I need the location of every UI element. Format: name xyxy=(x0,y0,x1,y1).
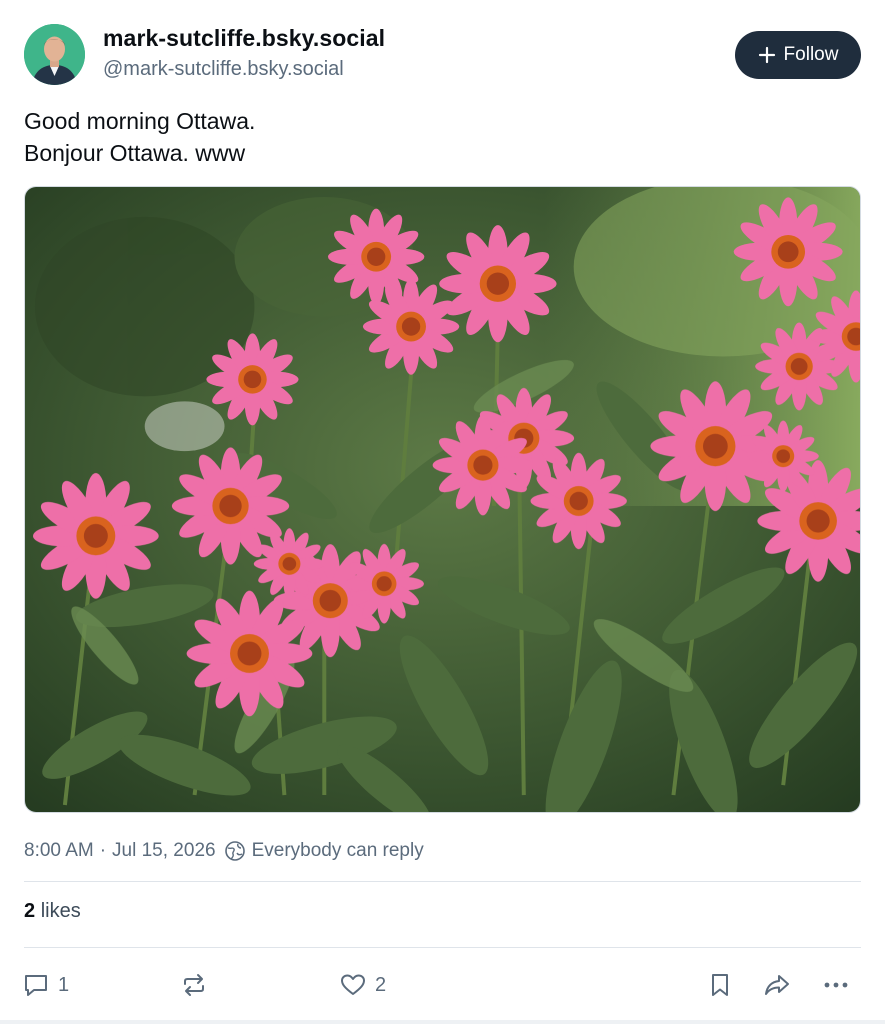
plus-icon xyxy=(758,46,775,64)
post-meta: 8:00 AM · Jul 15, 2026 Everybody can rep… xyxy=(24,838,424,864)
flowers-photo xyxy=(25,187,860,812)
more-icon xyxy=(824,982,848,988)
bookmark-button[interactable] xyxy=(706,964,734,1006)
post-text: Good morning Ottawa. Bonjour Ottawa. www xyxy=(24,105,854,169)
post-time: 8:00 AM xyxy=(24,840,94,861)
likes-label: likes xyxy=(40,900,81,922)
post-text-line-2: Bonjour Ottawa. www xyxy=(24,140,246,166)
reply-setting[interactable]: Everybody can reply xyxy=(252,840,424,862)
likes-number: 2 xyxy=(24,900,36,922)
bookmark-icon xyxy=(712,974,728,996)
post-date: Jul 15, 2026 xyxy=(112,840,216,861)
reply-count: 1 xyxy=(58,973,70,996)
heart-icon xyxy=(341,974,365,995)
likes-count[interactable]: 2 likes xyxy=(24,900,81,923)
avatar[interactable] xyxy=(24,24,85,85)
divider xyxy=(24,947,861,948)
author-display-name[interactable]: mark-sutcliffe.bsky.social xyxy=(103,25,385,52)
author-handle[interactable]: @mark-sutcliffe.bsky.social xyxy=(103,58,344,81)
like-count: 2 xyxy=(375,973,387,996)
meta-separator: · xyxy=(99,840,107,861)
like-button[interactable]: 2 xyxy=(339,964,386,1006)
share-button[interactable] xyxy=(763,964,791,1006)
post-image[interactable] xyxy=(24,186,861,813)
follow-button-label: Follow xyxy=(783,44,839,65)
reply-icon xyxy=(25,975,47,996)
person-portrait-icon xyxy=(24,24,85,85)
bottom-edge xyxy=(0,1020,885,1024)
reply-button[interactable]: 1 xyxy=(22,964,69,1006)
action-bar: 1 2 xyxy=(0,964,885,1006)
repost-icon xyxy=(184,974,204,996)
share-icon xyxy=(765,975,789,995)
divider xyxy=(24,881,861,882)
more-options-button[interactable] xyxy=(822,964,850,1006)
post-text-line-1: Good morning Ottawa. xyxy=(24,108,256,134)
globe-icon xyxy=(224,841,245,861)
follow-button[interactable]: Follow xyxy=(735,31,861,79)
repost-button[interactable] xyxy=(180,964,208,1006)
